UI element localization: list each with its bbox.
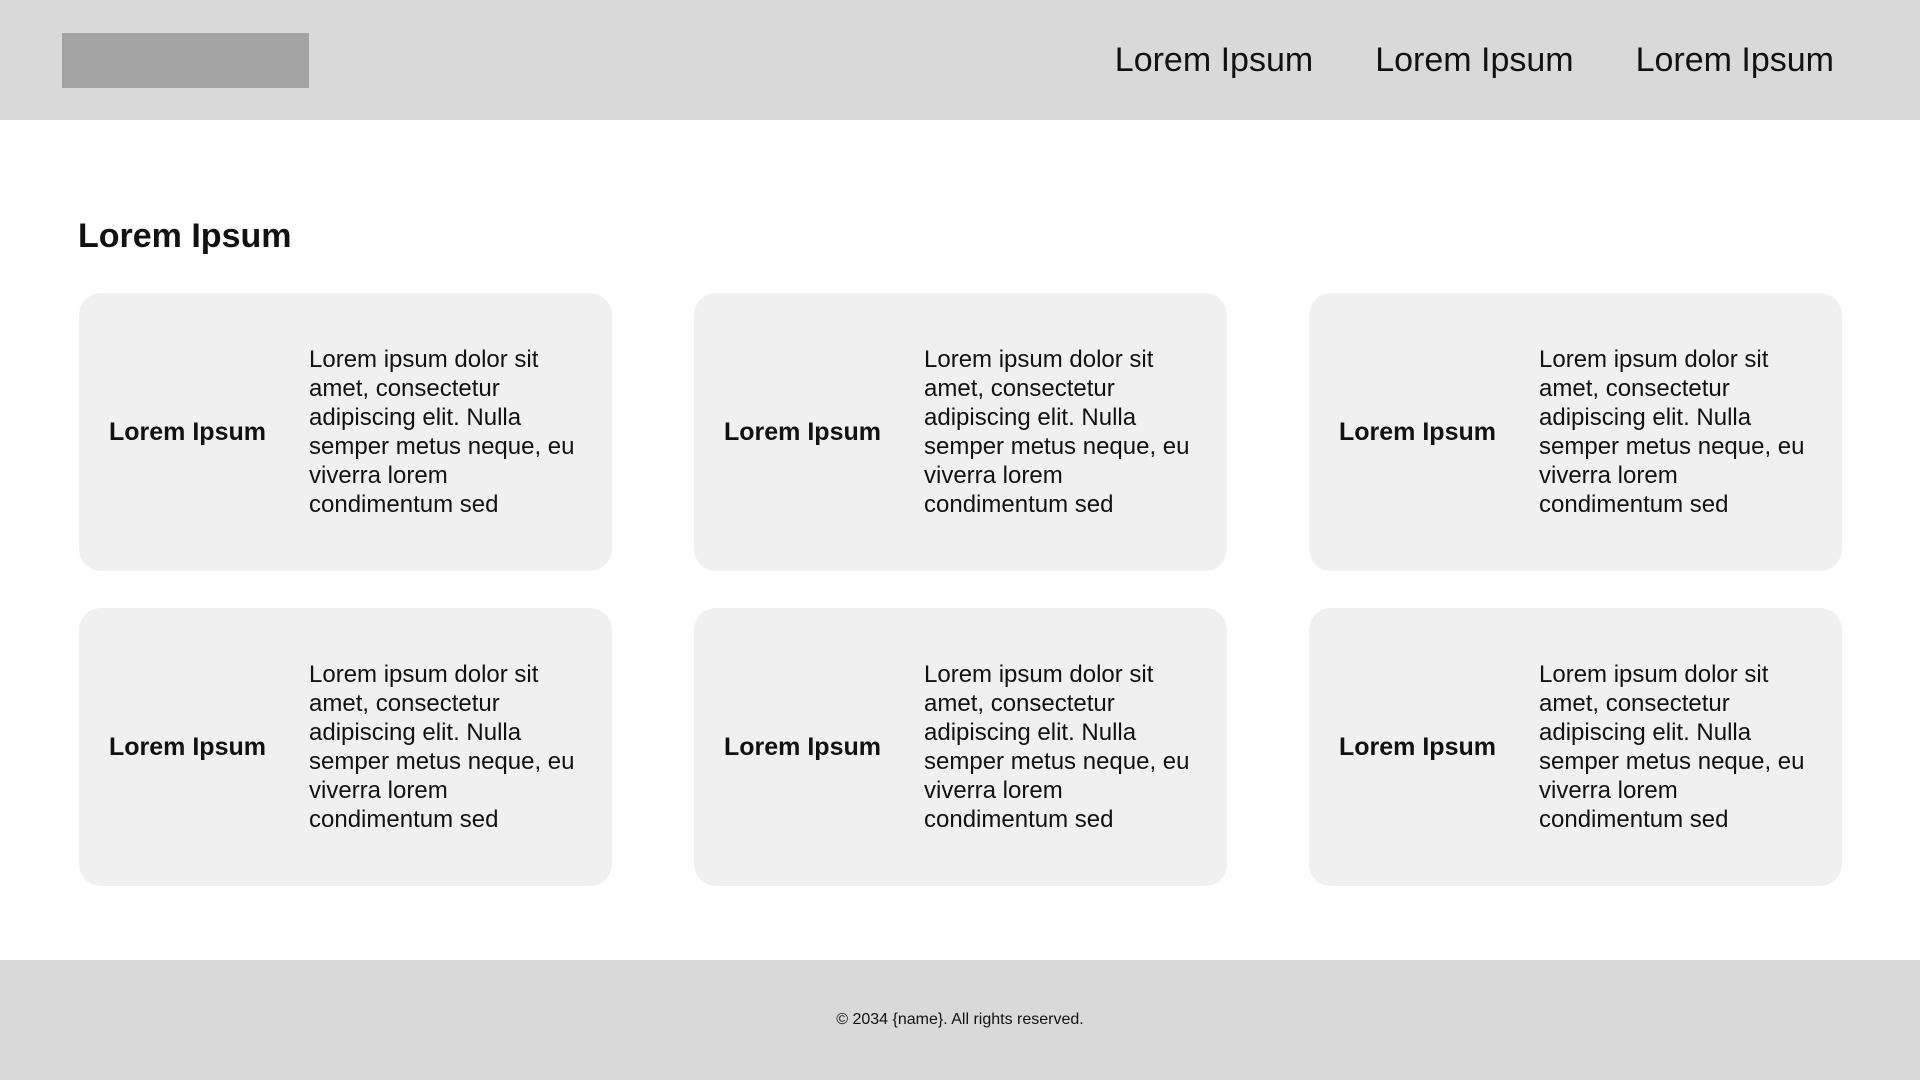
copyright-text: © 2034 {name}. All rights reserved.: [836, 1011, 1084, 1028]
card-label: Lorem Ipsum: [724, 732, 881, 761]
card-text: Lorem ipsum dolor sit amet, consectetur …: [924, 661, 1190, 833]
card-text: Lorem ipsum dolor sit amet, consectetur …: [1539, 661, 1805, 833]
feature-card: Lorem Ipsum Lorem ipsum dolor sit amet, …: [694, 608, 1227, 886]
card-label: Lorem Ipsum: [1339, 417, 1496, 446]
card-label: Lorem Ipsum: [724, 417, 881, 446]
feature-card: Lorem Ipsum Lorem ipsum dolor sit amet, …: [694, 293, 1227, 571]
main-nav: Lorem Ipsum Lorem Ipsum Lorem Ipsum: [1115, 0, 1920, 120]
card-text: Lorem ipsum dolor sit amet, consectetur …: [309, 661, 575, 833]
card-text: Lorem ipsum dolor sit amet, consectetur …: [309, 346, 575, 518]
card-label: Lorem Ipsum: [1339, 732, 1496, 761]
site-header: Lorem Ipsum Lorem Ipsum Lorem Ipsum: [0, 0, 1920, 120]
card-label: Lorem Ipsum: [109, 732, 266, 761]
feature-card: Lorem Ipsum Lorem ipsum dolor sit amet, …: [79, 608, 612, 886]
feature-card: Lorem Ipsum Lorem ipsum dolor sit amet, …: [1309, 293, 1842, 571]
feature-card: Lorem Ipsum Lorem ipsum dolor sit amet, …: [1309, 608, 1842, 886]
nav-link-3[interactable]: Lorem Ipsum: [1636, 40, 1834, 80]
section-title: Lorem Ipsum: [78, 217, 292, 255]
card-text: Lorem ipsum dolor sit amet, consectetur …: [924, 346, 1190, 518]
nav-link-2[interactable]: Lorem Ipsum: [1375, 40, 1573, 80]
feature-card: Lorem Ipsum Lorem ipsum dolor sit amet, …: [79, 293, 612, 571]
card-label: Lorem Ipsum: [109, 417, 266, 446]
nav-link-1[interactable]: Lorem Ipsum: [1115, 40, 1313, 80]
card-text: Lorem ipsum dolor sit amet, consectetur …: [1539, 346, 1805, 518]
site-footer: © 2034 {name}. All rights reserved.: [0, 960, 1920, 1080]
logo-placeholder[interactable]: [62, 33, 309, 88]
